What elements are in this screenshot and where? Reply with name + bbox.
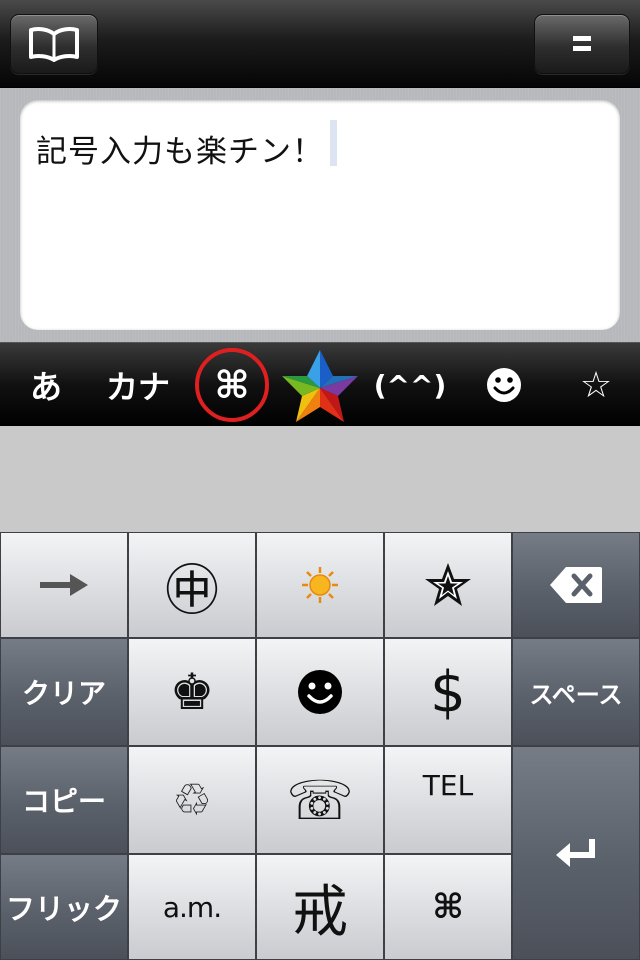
text-input-area[interactable]: 記号入力も楽チン！ [20,100,620,330]
mode-smiley[interactable] [462,343,546,427]
key-flick[interactable]: フリック [0,854,128,960]
mode-katakana[interactable]: カナ [96,343,180,427]
mode-kaomoji-label: (^^) [373,368,447,402]
mode-hiragana[interactable]: あ [6,343,86,427]
selected-mode-ring: ⌘ [195,348,269,422]
keyboard-mode-bar: あ カナ ⌘ (^^) ☆ [0,342,640,426]
key-tel[interactable]: TEL [384,746,512,854]
key-smiley[interactable] [256,638,384,746]
menu-icon [573,36,591,51]
key-dollar-label: $ [430,659,466,725]
key-copy-label: コピー [21,785,106,818]
mode-symbol-label: ⌘ [214,363,250,407]
key-clear-label: クリア [21,677,106,710]
menu-button[interactable] [534,14,630,74]
mode-emoji-star[interactable] [276,343,364,427]
key-naka-label: ㊥ [165,558,219,622]
key-command[interactable]: ⌘ [384,854,512,960]
return-icon [556,839,595,867]
key-copy[interactable]: コピー [0,746,128,854]
mode-katakana-label: カナ [105,368,170,406]
keyboard: ㊥ クリア ♚ $ スペース コピー ♲ ☏ TEL フリック a.m. 戒 ⌘ [0,532,640,960]
key-space[interactable]: スペース [512,638,640,746]
top-navbar [0,0,640,88]
mode-favorites[interactable]: ☆ [556,343,636,427]
key-recycle[interactable]: ♲ [128,746,256,854]
smiley-icon [298,670,342,714]
key-king-label: ♚ [169,663,215,721]
key-am[interactable]: a.m. [128,854,256,960]
sun-icon [302,567,338,603]
mode-kaomoji[interactable]: (^^) [368,343,452,427]
key-naka-circled[interactable]: ㊥ [128,532,256,638]
text-region: 記号入力も楽チン！ [0,88,640,342]
key-am-label: a.m. [162,890,222,924]
key-backspace[interactable] [512,532,640,638]
book-button[interactable] [10,14,98,74]
key-space-label: スペース [529,680,623,709]
mode-favorites-label: ☆ [579,364,613,406]
smiley-icon [487,368,521,402]
key-recycle-label: ♲ [172,774,212,826]
backspace-icon [550,567,602,603]
key-clear[interactable]: クリア [0,638,128,746]
key-telephone[interactable]: ☏ [256,746,384,854]
key-dollar[interactable]: $ [384,638,512,746]
key-return[interactable] [512,746,640,960]
key-telephone-label: ☏ [286,768,354,832]
key-black-star[interactable] [384,532,512,638]
book-icon [29,27,79,62]
key-sun[interactable] [256,532,384,638]
key-kanji-symbol[interactable]: 戒 [256,854,384,960]
keyboard-gap [0,426,640,532]
mode-hiragana-label: あ [29,368,62,406]
key-kanji-label: 戒 [292,879,348,945]
key-command-label: ⌘ [432,887,464,927]
arrow-right-icon [40,574,88,596]
outlined-star-icon [425,563,471,606]
colorful-star-icon [282,350,358,422]
key-king[interactable]: ♚ [128,638,256,746]
key-tel-label: TEL [422,769,474,802]
text-caret [330,120,337,166]
text-content: 記号入力も楽チン！ [36,134,324,170]
key-flick-label: フリック [5,892,122,926]
mode-symbol[interactable]: ⌘ [192,343,272,427]
key-arrow-right[interactable] [0,532,128,638]
